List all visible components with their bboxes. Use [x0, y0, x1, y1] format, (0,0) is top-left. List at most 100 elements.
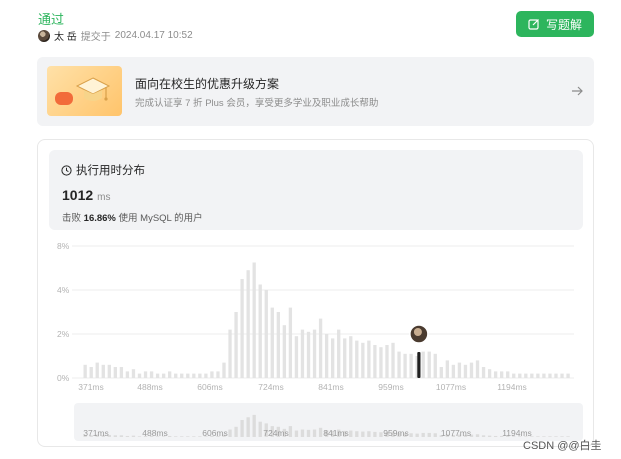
histogram-bar [457, 362, 462, 378]
overview-bar [234, 426, 238, 437]
overview-bar [198, 436, 202, 437]
histogram-bar [337, 329, 341, 378]
histogram-bar [282, 325, 287, 378]
overview-bar [192, 436, 196, 437]
y-tick-label: 0% [57, 373, 70, 383]
overview-tick-label: 841ms [323, 428, 349, 438]
overview-bar [306, 429, 311, 437]
histogram-bar [264, 290, 268, 378]
histogram-bar [469, 362, 474, 378]
overview-bar [174, 436, 178, 437]
histogram-bar [270, 307, 274, 378]
overview-bar [252, 414, 256, 437]
overview-tick-label: 959ms [383, 428, 409, 438]
histogram-bar [252, 262, 256, 378]
user-avatar-marker[interactable] [409, 324, 429, 344]
histogram-bar [361, 342, 365, 378]
histogram-bar [107, 364, 111, 378]
histogram-bar [439, 367, 443, 378]
overview-tick-label: 1077ms [441, 428, 471, 438]
histogram-bar [500, 371, 504, 378]
histogram-bar [113, 367, 118, 378]
overview-bar [367, 431, 371, 437]
histogram-bar [125, 371, 130, 378]
histogram-bar [367, 340, 371, 378]
overview-bar [433, 433, 437, 437]
histogram-bar [155, 373, 160, 378]
histogram-bar [487, 369, 492, 378]
histogram-bar [294, 336, 299, 378]
histogram-bar [379, 347, 383, 378]
histogram-bar [83, 364, 87, 378]
histogram-bar [198, 373, 202, 378]
histogram-bar [373, 345, 377, 378]
histogram-bar [210, 371, 214, 378]
histogram-bar [288, 307, 293, 378]
overview-bar [415, 433, 419, 437]
histogram-bar [300, 329, 305, 378]
x-tick-label: 841ms [318, 382, 344, 392]
x-tick-label: 371ms [78, 382, 104, 392]
overview-bar [373, 431, 377, 437]
overview-tick-label: 371ms [83, 428, 109, 438]
histogram-bar [397, 351, 401, 378]
overview-bar [119, 435, 124, 437]
histogram-bar [542, 373, 546, 378]
histogram-bar [216, 371, 220, 378]
histogram-bar [180, 373, 184, 378]
histogram-bar [143, 371, 148, 378]
histogram-bar [463, 364, 468, 378]
overview-bar [481, 435, 486, 437]
histogram-bar [89, 367, 93, 378]
histogram-bar [119, 367, 124, 378]
histogram-bar [149, 371, 154, 378]
histogram-bar [506, 371, 510, 378]
histogram-bar [403, 353, 407, 378]
histogram-bar [409, 353, 413, 378]
x-tick-label: 959ms [378, 382, 404, 392]
runtime-histogram[interactable]: 8% 4% 2% 0% 371ms 488ms 606ms 724ms 841ms 959ms 10… [0, 0, 621, 459]
x-tick-label: 1194ms [497, 382, 527, 392]
overview-bar [186, 436, 190, 437]
histogram-bar [445, 360, 450, 378]
overview-bar [361, 431, 365, 437]
histogram-bar [204, 373, 208, 378]
histogram-bar [524, 373, 528, 378]
overview-bar [493, 435, 498, 437]
overview-bar [180, 436, 184, 437]
overview-bar [379, 432, 383, 437]
histogram-bar [186, 373, 190, 378]
histogram-bar [512, 373, 516, 378]
histogram-bar [427, 351, 431, 378]
overview-bar [228, 429, 232, 437]
y-tick-label: 8% [57, 241, 70, 251]
csdn-watermark: CSDN @@白圭 [523, 440, 602, 452]
histogram-bar [493, 371, 498, 378]
histogram-bar [518, 373, 522, 378]
histogram-bar [174, 373, 178, 378]
overview-tick-label: 606ms [202, 428, 228, 438]
histogram-bar [131, 369, 136, 378]
overview-bar [240, 420, 244, 437]
y-tick-label: 4% [57, 285, 70, 295]
histogram-bar [95, 362, 99, 378]
histogram-bar [481, 367, 486, 378]
overview-bar [294, 430, 299, 437]
histogram-bar [137, 373, 142, 378]
overview-bar [475, 434, 480, 437]
histogram-bar [349, 336, 353, 378]
histogram-bar [433, 353, 437, 378]
histogram-bar [240, 279, 244, 378]
histogram-bar [312, 329, 317, 378]
histogram-bar [222, 362, 226, 378]
x-tick-label: 1077ms [436, 382, 466, 392]
x-tick-label: 488ms [137, 382, 163, 392]
histogram-bar [385, 345, 389, 378]
histogram-bar [554, 373, 558, 378]
overview-bar [409, 433, 413, 437]
histogram-bar [234, 312, 238, 378]
overview-bar [312, 429, 317, 437]
histogram-bar [548, 373, 552, 378]
histogram-bar [355, 340, 359, 378]
overview-bar [421, 432, 425, 437]
